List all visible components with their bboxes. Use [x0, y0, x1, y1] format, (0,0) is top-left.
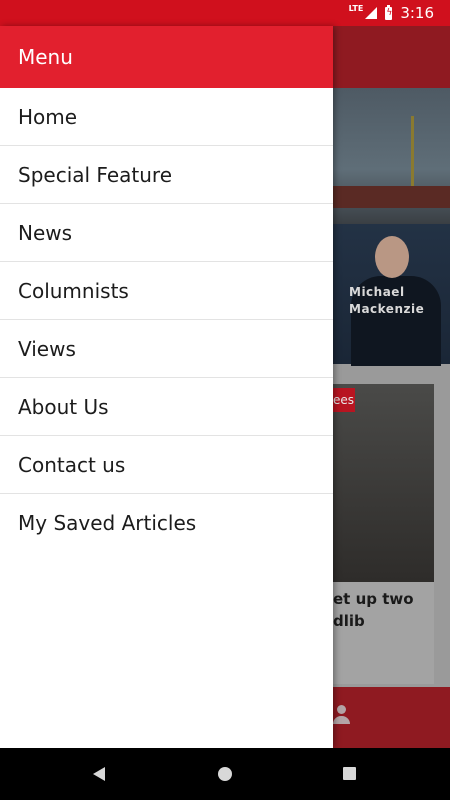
background-article-card: ees et up two dlib [333, 384, 434, 684]
lte-indicator: LTE [348, 3, 364, 13]
signal-icon [365, 7, 378, 19]
system-nav-bar [0, 748, 450, 800]
background-ship-image [333, 88, 450, 224]
menu-item-views[interactable]: Views [0, 320, 333, 378]
person-icon [333, 705, 350, 727]
menu-item-columnists[interactable]: Columnists [0, 262, 333, 320]
menu-item-contact-us[interactable]: Contact us [0, 436, 333, 494]
drawer-title: Menu [18, 45, 73, 69]
status-bar: LTE ϟ 3:16 [0, 0, 450, 26]
drawer-header: Menu [0, 26, 333, 88]
category-tag: ees [333, 388, 355, 412]
author-name: Michael Mackenzie [349, 285, 425, 316]
navigation-drawer: Menu Home Special Feature News Columnist… [0, 26, 333, 748]
menu-item-my-saved-articles[interactable]: My Saved Articles [0, 494, 333, 552]
article-title: et up two dlib [333, 590, 414, 630]
menu-item-about-us[interactable]: About Us [0, 378, 333, 436]
background-author-image: Michael Mackenzie [333, 224, 450, 366]
status-icons: LTE ϟ 3:16 [343, 0, 434, 26]
menu-item-news[interactable]: News [0, 204, 333, 262]
recent-apps-icon[interactable] [343, 767, 356, 780]
back-icon[interactable] [93, 767, 105, 781]
battery-icon: ϟ [385, 4, 393, 20]
menu-item-special-feature[interactable]: Special Feature [0, 146, 333, 204]
home-icon[interactable] [218, 767, 232, 781]
status-time: 3:16 [400, 4, 434, 22]
menu-item-home[interactable]: Home [0, 88, 333, 146]
background-bottom-bar [333, 687, 450, 748]
article-photo [333, 384, 434, 582]
menu-list: Home Special Feature News Columnists Vie… [0, 88, 333, 552]
